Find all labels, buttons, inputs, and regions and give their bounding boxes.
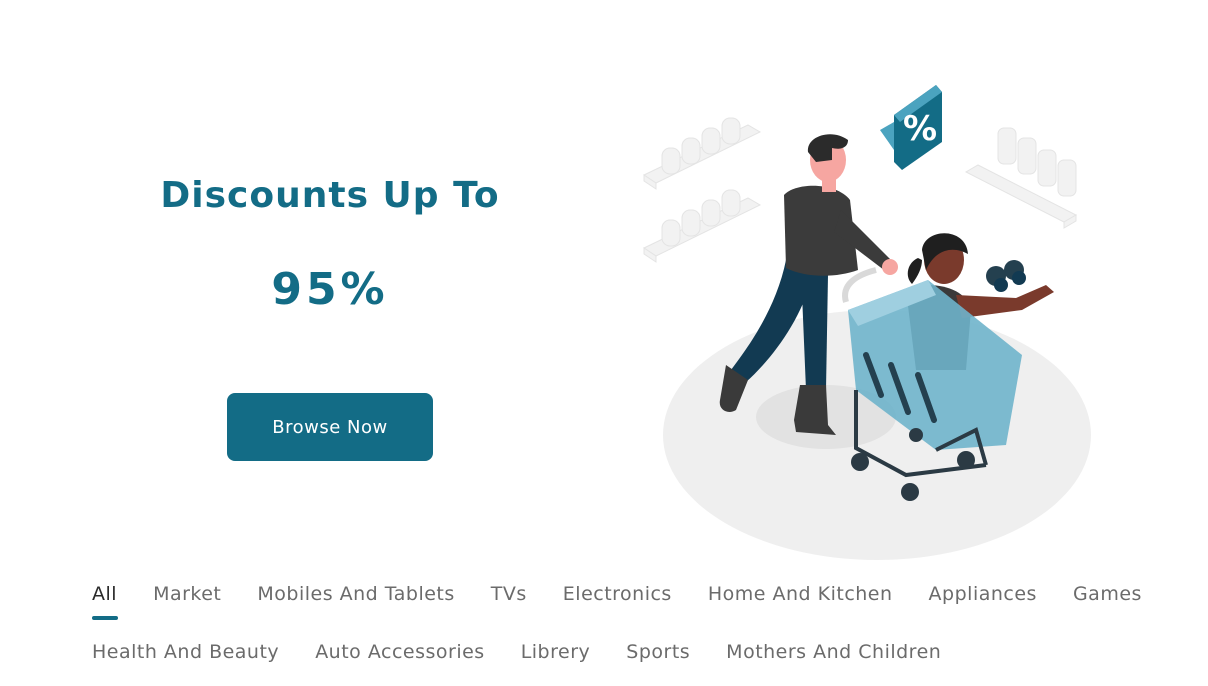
category-label: Games: [1072, 583, 1142, 605]
category-tab-electronics[interactable]: Electronics: [563, 583, 672, 605]
category-tab-home-and-kitchen[interactable]: Home And Kitchen: [708, 583, 893, 605]
category-tab-auto-accessories[interactable]: Auto Accessories: [315, 641, 485, 663]
category-tab-tvs[interactable]: TVs: [491, 583, 527, 605]
category-label: Health And Beauty: [92, 641, 280, 663]
category-tab-librery[interactable]: Librery: [521, 641, 591, 663]
binoculars-icon: [986, 260, 1026, 292]
shelf-right: [964, 127, 1078, 229]
category-label: TVs: [490, 583, 527, 605]
category-label: Home And Kitchen: [707, 583, 893, 605]
hero-discount-percent: 95%: [271, 264, 389, 315]
category-label: Auto Accessories: [315, 641, 485, 663]
browse-now-button[interactable]: Browse Now: [227, 393, 433, 461]
category-tab-health-and-beauty[interactable]: Health And Beauty: [92, 641, 279, 663]
category-tab-games[interactable]: Games: [1073, 583, 1142, 605]
category-tab-appliances[interactable]: Appliances: [929, 583, 1037, 605]
category-label: Mothers And Children: [726, 641, 942, 663]
active-tab-indicator: [92, 616, 118, 620]
category-label: All: [92, 583, 118, 605]
category-tab-all[interactable]: All: [92, 583, 118, 620]
category-label: Librery: [520, 641, 591, 663]
category-label: Mobiles And Tablets: [257, 583, 455, 605]
hero-page: Discounts Up To 95% Browse Now % All Mar…: [0, 0, 1208, 686]
shelf-left-top: [642, 117, 762, 190]
shelf-left-bottom: [642, 189, 762, 263]
category-tab-market[interactable]: Market: [153, 583, 221, 605]
category-label: Sports: [626, 641, 691, 663]
percent-badge-icon: %: [880, 85, 942, 170]
category-label: Electronics: [562, 583, 672, 605]
badge-percent-symbol: %: [903, 109, 937, 149]
category-row-1: All Market Mobiles And Tablets TVs Elect…: [92, 583, 1172, 641]
category-label: Market: [153, 583, 222, 605]
category-tabs: All Market Mobiles And Tablets TVs Elect…: [92, 583, 1172, 686]
category-label: Appliances: [928, 583, 1037, 605]
hero-title: Discounts Up To: [160, 175, 500, 216]
category-tab-mobiles-and-tablets[interactable]: Mobiles And Tablets: [257, 583, 454, 605]
category-tab-mothers-and-children[interactable]: Mothers And Children: [726, 641, 941, 663]
shopping-illustration: %: [642, 85, 1091, 560]
category-tab-sports[interactable]: Sports: [626, 641, 690, 663]
category-row-2: Health And Beauty Auto Accessories Libre…: [92, 641, 1172, 686]
hero-text-block: Discounts Up To 95%: [130, 175, 530, 315]
